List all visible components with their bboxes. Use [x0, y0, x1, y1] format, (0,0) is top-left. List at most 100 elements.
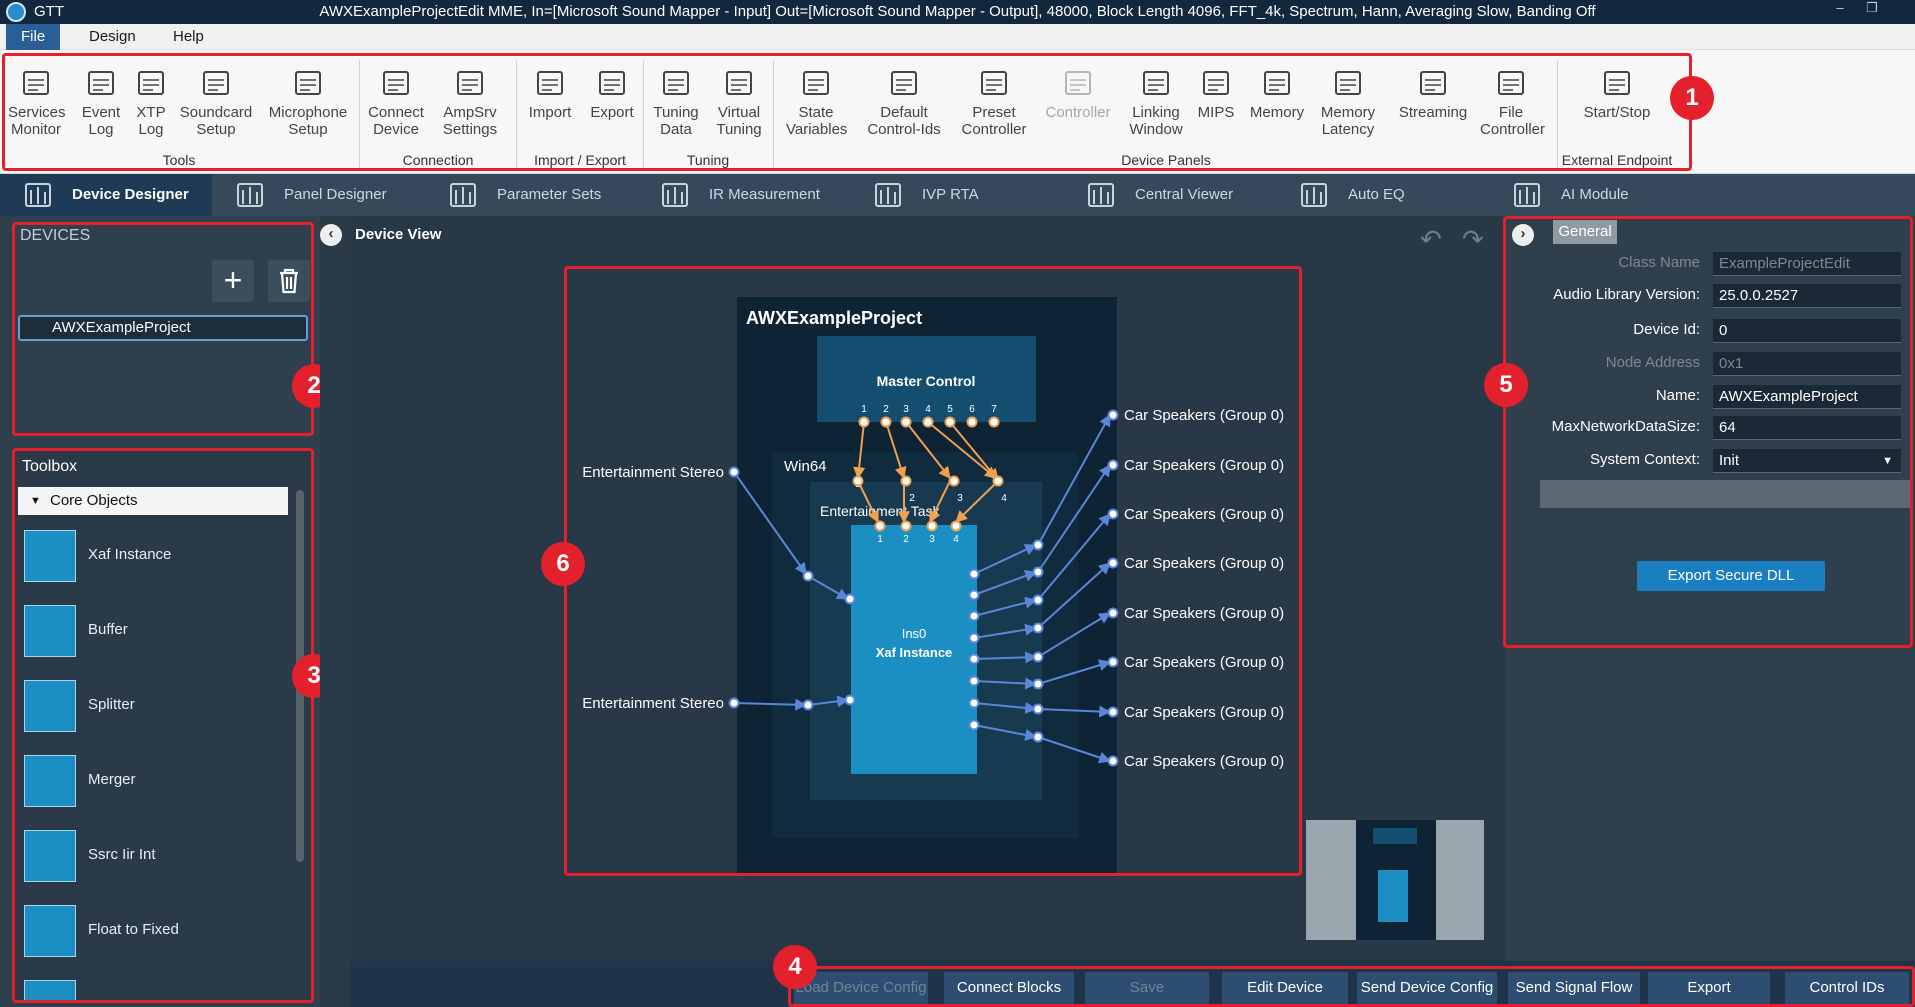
pin[interactable] — [968, 675, 980, 687]
pin[interactable] — [1032, 678, 1044, 690]
pin[interactable] — [802, 570, 814, 582]
property-value: ExampleProjectEdit — [1719, 255, 1850, 272]
output-label: Car Speakers (Group 0) — [1124, 753, 1284, 770]
pin[interactable] — [844, 593, 856, 605]
pin[interactable] — [1107, 656, 1119, 668]
pin[interactable] — [968, 632, 980, 644]
ins-pin-label: 2 — [903, 534, 909, 545]
pin[interactable] — [1107, 409, 1119, 421]
xaf-label: Xaf Instance — [876, 645, 953, 660]
pin[interactable] — [968, 653, 980, 665]
pin[interactable] — [1032, 539, 1044, 551]
property-label: System Context: — [1589, 451, 1700, 468]
badge-4: 4 — [773, 945, 817, 989]
bottom-button-save[interactable]: Save — [1085, 972, 1209, 1004]
pin[interactable] — [950, 520, 962, 532]
pin[interactable] — [922, 416, 934, 428]
bottom-button-edit-device[interactable]: Edit Device — [1222, 972, 1348, 1004]
pin[interactable] — [968, 610, 980, 622]
pin[interactable] — [992, 475, 1004, 487]
output-label: Car Speakers (Group 0) — [1124, 457, 1284, 474]
minimap-xaf — [1378, 870, 1408, 922]
property-empty-row — [1540, 480, 1910, 508]
output-label: Car Speakers (Group 0) — [1124, 506, 1284, 523]
property-value: 0x1 — [1719, 355, 1744, 372]
project-title: AWXExampleProject — [746, 308, 922, 328]
pin[interactable] — [968, 719, 980, 731]
pin[interactable] — [968, 568, 980, 580]
pin[interactable] — [900, 520, 912, 532]
pin[interactable] — [728, 697, 740, 709]
pin[interactable] — [966, 416, 978, 428]
property-field: ExampleProjectEdit — [1713, 252, 1901, 276]
pin[interactable] — [802, 699, 814, 711]
pin[interactable] — [1107, 607, 1119, 619]
minimap-master — [1373, 828, 1417, 844]
pin[interactable] — [1107, 557, 1119, 569]
master-pin-label: 1 — [861, 404, 867, 415]
pin[interactable] — [948, 475, 960, 487]
output-label: Car Speakers (Group 0) — [1124, 555, 1284, 572]
property-label: MaxNetworkDataSize: — [1551, 418, 1700, 435]
pin[interactable] — [900, 475, 912, 487]
property-field: 0x1 — [1713, 352, 1901, 376]
tab-general[interactable]: General — [1553, 220, 1617, 244]
pin[interactable] — [844, 694, 856, 706]
pin[interactable] — [900, 416, 912, 428]
pin[interactable] — [988, 416, 1000, 428]
property-value: 25.0.0.2527 — [1719, 287, 1799, 304]
master-pin-label: 3 — [903, 404, 909, 415]
bottom-button-control-ids[interactable]: Control IDs — [1785, 972, 1909, 1004]
pin[interactable] — [1032, 703, 1044, 715]
pin[interactable] — [1032, 566, 1044, 578]
input-label: Entertainment Stereo — [582, 695, 724, 712]
pin[interactable] — [926, 520, 938, 532]
pin[interactable] — [1107, 508, 1119, 520]
pin[interactable] — [1032, 651, 1044, 663]
pin[interactable] — [1107, 459, 1119, 471]
property-field[interactable]: 25.0.0.2527 — [1713, 284, 1901, 308]
pin[interactable] — [944, 416, 956, 428]
property-value: AWXExampleProject — [1719, 388, 1858, 405]
input-label: Entertainment Stereo — [582, 464, 724, 481]
ins-pin-label: 4 — [953, 534, 959, 545]
pin[interactable] — [880, 416, 892, 428]
master-pin-label: 2 — [883, 404, 889, 415]
property-field[interactable]: 0 — [1713, 319, 1901, 343]
output-label: Car Speakers (Group 0) — [1124, 654, 1284, 671]
pin[interactable] — [1032, 594, 1044, 606]
bottom-button-export[interactable]: Export — [1648, 972, 1770, 1004]
pin[interactable] — [1107, 755, 1119, 767]
property-label: Node Address — [1605, 354, 1700, 371]
ins-pin-label: 1 — [877, 534, 883, 545]
bottom-button-send-signal-flow[interactable]: Send Signal Flow — [1508, 972, 1640, 1004]
master-pin-label: 7 — [991, 404, 997, 415]
output-label: Car Speakers (Group 0) — [1124, 704, 1284, 721]
minimap[interactable] — [1306, 820, 1484, 940]
property-field[interactable]: AWXExampleProject — [1713, 385, 1901, 409]
master-pin-label: 6 — [969, 404, 975, 415]
bottom-button-connect-blocks[interactable]: Connect Blocks — [944, 972, 1074, 1004]
export-secure-dll-button[interactable]: Export Secure DLL — [1637, 561, 1825, 591]
win64-label: Win64 — [784, 458, 827, 475]
pin[interactable] — [874, 520, 886, 532]
pin[interactable] — [1032, 622, 1044, 634]
pin[interactable] — [728, 466, 740, 478]
pin[interactable] — [858, 416, 870, 428]
master-pin-label: 5 — [947, 404, 953, 415]
pin[interactable] — [852, 475, 864, 487]
task-pin-label: 4 — [1001, 493, 1007, 504]
pin[interactable] — [1032, 731, 1044, 743]
property-value: 0 — [1719, 322, 1728, 339]
pin[interactable] — [1107, 706, 1119, 718]
property-field[interactable]: Init ▼ — [1713, 449, 1901, 473]
pin[interactable] — [968, 697, 980, 709]
task-pin-label: 2 — [909, 493, 915, 504]
master-pin-label: 4 — [925, 404, 931, 415]
output-label: Car Speakers (Group 0) — [1124, 407, 1284, 424]
pin[interactable] — [968, 589, 980, 601]
bottom-button-send-device-config[interactable]: Send Device Config — [1357, 972, 1497, 1004]
dropdown-arrow-icon: ▼ — [1882, 455, 1893, 467]
expand-right-icon[interactable]: › — [1512, 224, 1534, 246]
property-field[interactable]: 64 — [1713, 416, 1901, 440]
